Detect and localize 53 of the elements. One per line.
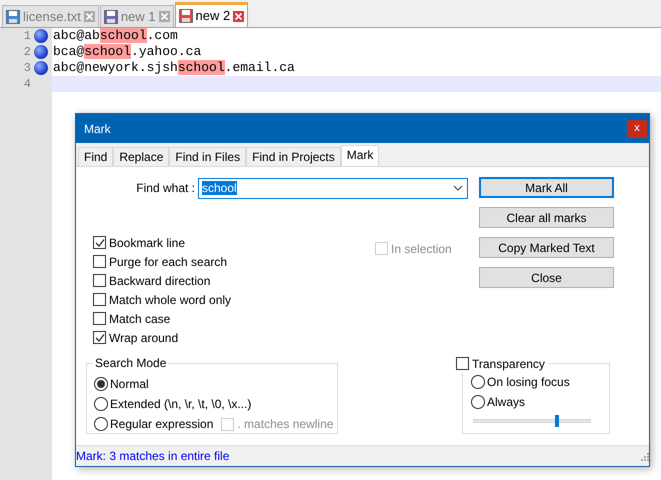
dialog-tab[interactable]: Replace [113, 147, 170, 166]
radio-label: Regular expression [110, 416, 214, 433]
option-label: Match case [109, 310, 170, 328]
line-number: 2 [22, 44, 32, 61]
transparency-label: Transparency [472, 356, 545, 372]
checkbox[interactable] [456, 357, 469, 370]
radio-label: Always [487, 394, 526, 411]
status-message: Mark: 3 matches in entire file [76, 448, 230, 465]
line-number: 3 [22, 60, 32, 77]
chevron-down-icon [453, 185, 463, 191]
radio-label: Extended (\n, \r, \t, \0, \x...) [110, 396, 252, 413]
radio-label: On losing focus [487, 374, 570, 391]
dialog-title: Mark [84, 120, 111, 138]
in-selection-label: In selection [391, 240, 452, 258]
dialog-close-button[interactable]: x [627, 120, 647, 138]
matches-newline-label: . matches newline [237, 416, 334, 433]
checkbox[interactable] [93, 312, 106, 325]
radio-button[interactable] [94, 377, 108, 391]
option-label: Backward direction [109, 272, 210, 290]
code-line: abc@newyork.sjshschool.email.ca [53, 59, 295, 78]
dialog-tab[interactable]: Find [78, 147, 114, 166]
find-what-label: Find what : [135, 180, 196, 197]
line-number: 4 [22, 76, 32, 93]
dialog-tab[interactable]: Find in Projects [246, 147, 341, 166]
code-line: bca@school.yahoo.ca [53, 43, 202, 62]
dialog-button[interactable]: Clear all marks [479, 207, 614, 228]
checkbox[interactable] [93, 274, 106, 287]
dialog-tab[interactable]: Find in Files [169, 147, 246, 166]
file-tab[interactable]: new 2 [174, 2, 248, 27]
radio-button[interactable] [94, 417, 108, 431]
dialog-button[interactable]: Mark All [479, 177, 614, 198]
radio-button[interactable] [471, 395, 485, 409]
resize-grip-icon[interactable] [639, 451, 649, 461]
group-title: Search Mode [93, 356, 168, 370]
checkbox[interactable] [93, 331, 106, 344]
radio-label: Normal [110, 376, 149, 393]
dialog-tab[interactable]: Mark [340, 145, 380, 166]
checkbox[interactable] [93, 236, 106, 249]
option-label: Purge for each search [109, 254, 228, 270]
code-line: abc@abschool.com [53, 27, 178, 46]
option-label: Wrap around [109, 330, 178, 346]
dialog-button[interactable]: Close [479, 267, 614, 288]
transparency-slider[interactable] [473, 415, 591, 427]
find-what-field[interactable]: school [198, 178, 468, 198]
close-icon[interactable] [233, 10, 244, 22]
checkbox[interactable] [93, 293, 106, 306]
line-number: 1 [22, 28, 32, 45]
radio-button[interactable] [471, 375, 485, 389]
dialog-button[interactable]: Copy Marked Text [479, 237, 614, 258]
option-label: Bookmark line [109, 234, 186, 252]
checkbox[interactable] [93, 255, 106, 268]
radio-button[interactable] [94, 397, 108, 411]
option-label: Match whole word only [109, 292, 232, 308]
